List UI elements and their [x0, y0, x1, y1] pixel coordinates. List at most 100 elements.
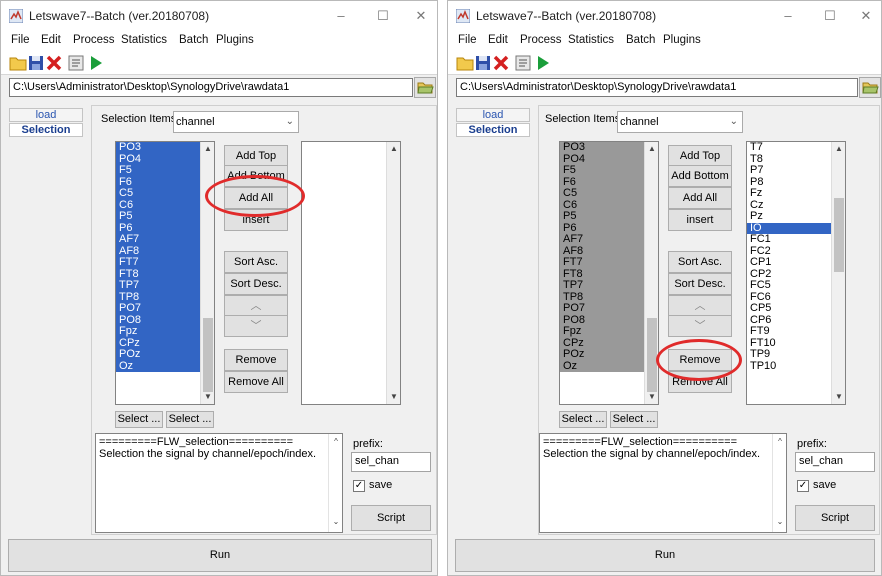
textarea-scrollbar[interactable]: ^ ⌄: [328, 434, 342, 532]
window-title: Letswave7--Batch (ver.20180708): [476, 9, 657, 23]
list-scrollbar[interactable]: ▲ ▼: [200, 142, 214, 404]
menu-bar: File Edit Process Statistics Batch Plugi…: [448, 31, 881, 51]
close-button[interactable]: ✕: [407, 3, 435, 29]
move-down-button[interactable]: ﹀: [668, 315, 732, 337]
title-bar[interactable]: Letswave7--Batch (ver.20180708) – ☐ ✕: [448, 1, 881, 31]
selected-channels-list[interactable]: ▲ ▼: [301, 141, 401, 405]
add-top-button[interactable]: Add Top: [668, 145, 732, 167]
menu-plugins[interactable]: Plugins: [663, 34, 701, 46]
run-play-icon[interactable]: [87, 54, 105, 72]
save-disk-icon[interactable]: [474, 54, 492, 72]
path-field[interactable]: C:\Users\Administrator\Desktop\SynologyD…: [456, 78, 858, 97]
select-button-2[interactable]: Select ...: [610, 411, 658, 428]
save-checkbox[interactable]: ✓: [353, 480, 365, 492]
sort-asc-button[interactable]: Sort Asc.: [668, 251, 732, 273]
minimize-button[interactable]: –: [327, 3, 355, 29]
menu-file[interactable]: File: [11, 34, 30, 46]
available-channels-list[interactable]: PO3 PO4 F5 F6 C5 C6 P5 P6 AF7 AF8 FT7 FT8 TP7 TP8 PO7 P…: [115, 141, 215, 405]
remove-all-button[interactable]: Remove All: [224, 371, 288, 393]
move-down-button[interactable]: ﹀: [224, 315, 288, 337]
scroll-up-icon[interactable]: ▲: [387, 142, 400, 156]
list-scrollbar[interactable]: ▲ ▼: [644, 142, 658, 404]
menu-file[interactable]: File: [458, 34, 477, 46]
available-channels-list[interactable]: PO3 PO4 F5 F6 C5 C6 P5 P6 AF7 AF8 FT7 FT8 TP7 TP8 PO7 P…: [559, 141, 659, 405]
scroll-thumb[interactable]: [834, 198, 844, 272]
scroll-up-icon[interactable]: ^: [329, 436, 342, 448]
sort-asc-button[interactable]: Sort Asc.: [224, 251, 288, 273]
script-button[interactable]: Script: [351, 505, 431, 531]
scroll-up-icon[interactable]: ▲: [645, 142, 658, 156]
selection-items-dropdown[interactable]: channel ⌄: [173, 111, 299, 133]
prefix-input[interactable]: sel_chan: [795, 452, 875, 472]
sort-desc-button[interactable]: Sort Desc.: [668, 273, 732, 295]
path-field[interactable]: C:\Users\Administrator\Desktop\SynologyD…: [9, 78, 413, 97]
scroll-down-icon[interactable]: ⌄: [773, 516, 786, 528]
save-disk-icon[interactable]: [27, 54, 45, 72]
toolbar: [1, 51, 437, 75]
scroll-down-icon[interactable]: ▼: [832, 390, 845, 404]
select-button-1[interactable]: Select ...: [115, 411, 163, 428]
info-textarea[interactable]: =========FLW_selection========== Selecti…: [539, 433, 787, 533]
script-icon[interactable]: [67, 54, 85, 72]
prefix-input[interactable]: sel_chan: [351, 452, 431, 472]
info-line-1: =========FLW_selection==========: [543, 436, 737, 448]
delete-x-icon[interactable]: [45, 54, 63, 72]
info-textarea[interactable]: =========FLW_selection========== Selecti…: [95, 433, 343, 533]
move-up-button[interactable]: ︿: [668, 295, 732, 317]
sort-desc-button[interactable]: Sort Desc.: [224, 273, 288, 295]
info-line-2: Selection the signal by channel/epoch/in…: [543, 448, 761, 460]
scroll-down-icon[interactable]: ▼: [201, 390, 214, 404]
close-button[interactable]: ✕: [852, 3, 880, 29]
list-scrollbar[interactable]: ▲ ▼: [386, 142, 400, 404]
scroll-down-icon[interactable]: ▼: [387, 390, 400, 404]
tab-load[interactable]: load: [456, 108, 530, 122]
add-top-button[interactable]: Add Top: [224, 145, 288, 167]
insert-button[interactable]: insert: [668, 209, 732, 231]
minimize-button[interactable]: –: [774, 3, 802, 29]
run-button[interactable]: Run: [455, 539, 875, 572]
menu-batch[interactable]: Batch: [626, 34, 655, 46]
tab-selection[interactable]: Selection: [9, 123, 83, 137]
browse-folder-button[interactable]: [414, 77, 436, 98]
scroll-up-icon[interactable]: ▲: [832, 142, 845, 156]
menu-statistics[interactable]: Statistics: [568, 34, 614, 46]
scroll-thumb[interactable]: [647, 318, 657, 392]
scroll-down-icon[interactable]: ⌄: [329, 516, 342, 528]
scroll-up-icon[interactable]: ^: [773, 436, 786, 448]
move-up-button[interactable]: ︿: [224, 295, 288, 317]
open-folder-icon[interactable]: [456, 54, 474, 72]
maximize-button[interactable]: ☐: [816, 3, 844, 29]
delete-x-icon[interactable]: [492, 54, 510, 72]
run-button[interactable]: Run: [8, 539, 432, 572]
browse-folder-button[interactable]: [859, 77, 881, 98]
remove-button[interactable]: Remove: [224, 349, 288, 371]
maximize-button[interactable]: ☐: [369, 3, 397, 29]
title-bar[interactable]: Letswave7--Batch (ver.20180708) – ☐ ✕: [1, 1, 437, 31]
select-button-2[interactable]: Select ...: [166, 411, 214, 428]
menu-batch[interactable]: Batch: [179, 34, 208, 46]
save-checkbox[interactable]: ✓: [797, 480, 809, 492]
menu-process[interactable]: Process: [73, 34, 115, 46]
menu-statistics[interactable]: Statistics: [121, 34, 167, 46]
script-icon[interactable]: [514, 54, 532, 72]
add-all-button[interactable]: Add All: [668, 187, 732, 209]
textarea-scrollbar[interactable]: ^ ⌄: [772, 434, 786, 532]
select-button-1[interactable]: Select ...: [559, 411, 607, 428]
scroll-down-icon[interactable]: ▼: [645, 390, 658, 404]
selection-items-dropdown[interactable]: channel ⌄: [617, 111, 743, 133]
chevron-up-icon: ︿: [250, 300, 262, 312]
menu-edit[interactable]: Edit: [488, 34, 508, 46]
selected-channels-list[interactable]: T7 T8 P7 P8 Fz Cz Pz IO FC1 FC2 CP1 CP2 FC5 FC6 CP5 CP6…: [746, 141, 846, 405]
run-play-icon[interactable]: [534, 54, 552, 72]
menu-edit[interactable]: Edit: [41, 34, 61, 46]
list-scrollbar[interactable]: ▲ ▼: [831, 142, 845, 404]
scroll-up-icon[interactable]: ▲: [201, 142, 214, 156]
script-button[interactable]: Script: [795, 505, 875, 531]
menu-process[interactable]: Process: [520, 34, 562, 46]
tab-selection[interactable]: Selection: [456, 123, 530, 137]
tab-load[interactable]: load: [9, 108, 83, 122]
open-folder-icon[interactable]: [9, 54, 27, 72]
add-bottom-button[interactable]: Add Bottom: [668, 165, 732, 187]
scroll-thumb[interactable]: [203, 318, 213, 392]
menu-plugins[interactable]: Plugins: [216, 34, 254, 46]
